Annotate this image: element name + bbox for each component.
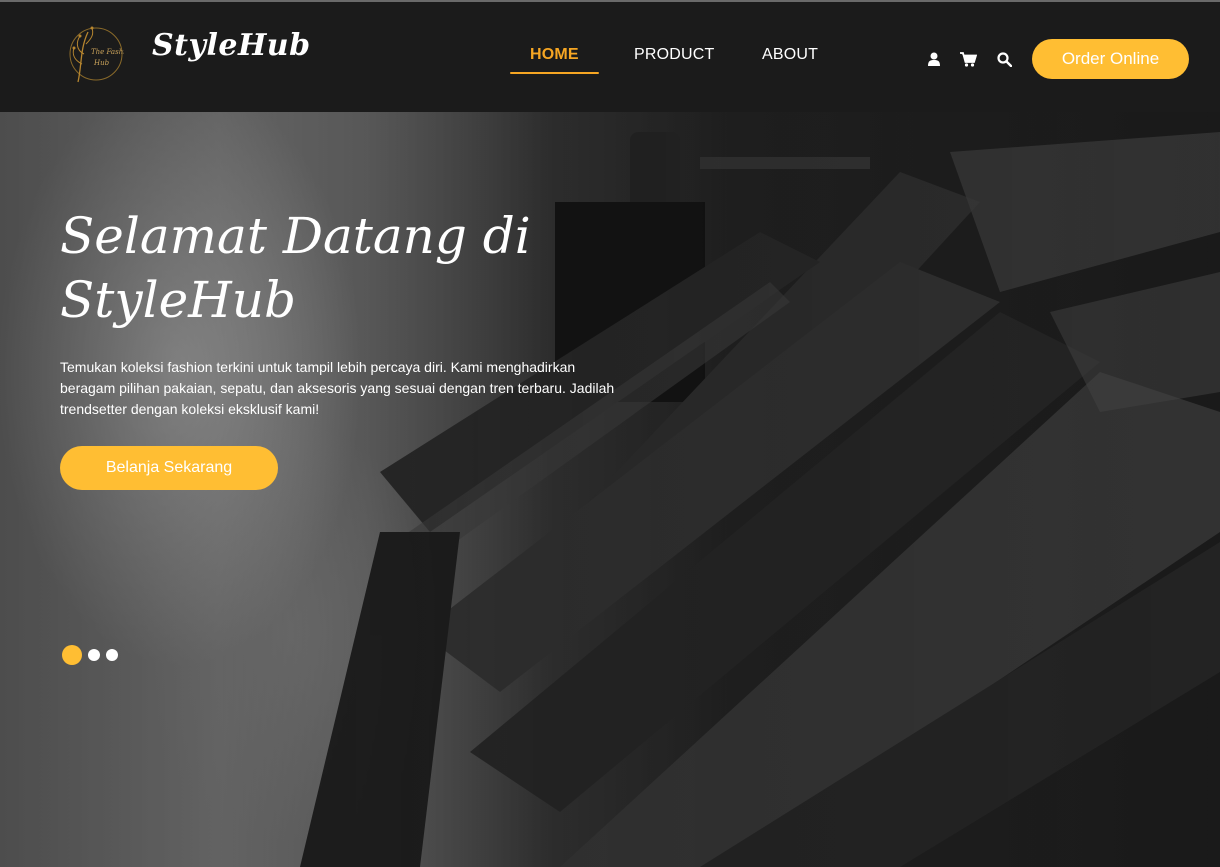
nav-product[interactable]: PRODUCT [634, 46, 715, 64]
site-header: The Fashion Hub StyleHub HOME PRODUCT AB… [0, 2, 1220, 112]
user-icon[interactable] [928, 52, 940, 71]
hero-description: Temukan koleksi fashion terkini untuk ta… [60, 359, 615, 417]
hero-title-line2: StyleHub [60, 271, 296, 329]
search-icon[interactable] [997, 52, 1013, 72]
nav-home[interactable]: HOME [530, 46, 579, 64]
brand-name[interactable]: StyleHub [152, 28, 311, 63]
nav-about[interactable]: ABOUT [762, 46, 818, 64]
logo-text-line2: Hub [93, 59, 110, 67]
slider-indicators [62, 645, 124, 665]
logo-text-line1: The Fashion [91, 48, 124, 56]
hero-slider: Selamat Datang di StyleHub Temukan kolek… [0, 112, 1220, 867]
nav-active-underline [510, 72, 599, 74]
slider-dot-3[interactable] [106, 649, 118, 661]
order-online-button[interactable]: Order Online [1032, 39, 1189, 79]
cart-icon[interactable] [960, 52, 978, 72]
logo[interactable]: The Fashion Hub [64, 24, 135, 86]
slider-dot-2[interactable] [88, 649, 100, 661]
slider-dot-1[interactable] [62, 645, 82, 665]
shop-now-button[interactable]: Belanja Sekarang [60, 446, 278, 490]
hero-title-line1: Selamat Datang di [60, 207, 531, 265]
hero-title: Selamat Datang di StyleHub [60, 204, 580, 332]
